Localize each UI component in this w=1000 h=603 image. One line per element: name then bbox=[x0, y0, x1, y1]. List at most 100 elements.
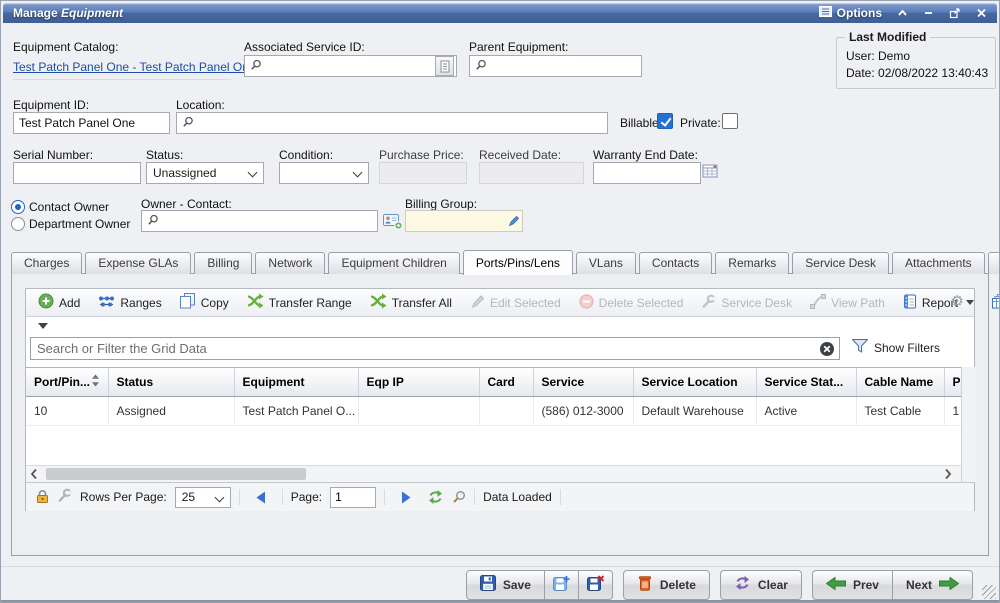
add-button[interactable]: Add bbox=[32, 290, 86, 315]
edit-selected-button[interactable]: Edit Selected bbox=[464, 291, 567, 315]
save-button[interactable]: Save bbox=[466, 570, 545, 600]
perspectives-button[interactable]: Perspectives bbox=[986, 291, 1000, 315]
location-field[interactable] bbox=[176, 112, 608, 134]
prev-button[interactable]: Prev bbox=[812, 570, 893, 600]
tab-user-defined-fields[interactable]: User Defined Fields bbox=[988, 252, 1000, 274]
clear-search-icon[interactable] bbox=[819, 341, 835, 357]
col-header-service-location[interactable]: Service Location bbox=[633, 368, 756, 397]
tab-vlans[interactable]: VLans bbox=[576, 252, 636, 274]
tab-billing[interactable]: Billing bbox=[194, 252, 252, 274]
col-header-service-status[interactable]: Service Stat... bbox=[756, 368, 856, 397]
last-modified-user: User: Demo bbox=[846, 49, 910, 63]
add-contact-icon[interactable] bbox=[383, 213, 403, 233]
location-input[interactable] bbox=[194, 115, 605, 131]
gear-icon[interactable]: ⚙ bbox=[951, 294, 964, 310]
billable-checkbox[interactable] bbox=[657, 113, 673, 129]
search-icon bbox=[475, 59, 487, 74]
popout-button[interactable] bbox=[949, 8, 961, 19]
contact-owner-radio[interactable] bbox=[11, 200, 25, 214]
transfer-range-button[interactable]: Transfer Range bbox=[241, 290, 358, 315]
col-header-port-pin[interactable]: Port/Pin... bbox=[26, 368, 108, 397]
private-checkbox[interactable] bbox=[722, 113, 738, 129]
prev-page-arrow[interactable] bbox=[256, 491, 266, 504]
col-header-card[interactable]: Card bbox=[479, 368, 533, 397]
serial-number-input[interactable] bbox=[13, 162, 141, 184]
equipment-id-input[interactable] bbox=[13, 112, 170, 134]
copy-button[interactable]: Copy bbox=[174, 290, 235, 315]
department-owner-radio[interactable] bbox=[11, 217, 25, 231]
next-button[interactable]: Next bbox=[893, 570, 973, 600]
scrollbar-thumb[interactable] bbox=[46, 468, 306, 480]
lock-icon[interactable] bbox=[36, 489, 49, 506]
condition-select[interactable] bbox=[279, 162, 369, 184]
page-number-input[interactable] bbox=[330, 487, 376, 508]
tab-service-desk[interactable]: Service Desk bbox=[792, 252, 889, 274]
tab-network[interactable]: Network bbox=[255, 252, 325, 274]
equipment-catalog-link[interactable]: Test Patch Panel One - Test Patch Panel … bbox=[13, 60, 231, 80]
parent-equipment-input[interactable] bbox=[487, 58, 639, 74]
minimize-button[interactable] bbox=[923, 8, 934, 18]
calendar-icon[interactable] bbox=[702, 163, 718, 181]
resize-grip[interactable] bbox=[982, 585, 996, 599]
report-button[interactable]: Report bbox=[897, 291, 980, 315]
owner-contact-label: Owner - Contact: bbox=[141, 197, 232, 211]
tab-expense-glas[interactable]: Expense GLAs bbox=[85, 252, 191, 274]
delete-selected-button[interactable]: Delete Selected bbox=[573, 291, 690, 315]
service-id-lookup-button[interactable] bbox=[435, 56, 454, 76]
location-label: Location: bbox=[176, 98, 225, 112]
options-menu-button[interactable]: Options bbox=[819, 6, 882, 20]
warranty-end-date-input[interactable] bbox=[593, 162, 701, 184]
status-select[interactable]: Unassigned bbox=[146, 162, 264, 184]
search-icon[interactable] bbox=[452, 490, 466, 504]
col-header-service[interactable]: Service bbox=[533, 368, 633, 397]
data-grid: Port/Pin... Status Equipment Eqp IP Card… bbox=[26, 367, 961, 466]
grid-search-field[interactable] bbox=[30, 337, 840, 360]
col-header-eqp-ip[interactable]: Eqp IP bbox=[358, 368, 479, 397]
wrench-icon[interactable] bbox=[57, 488, 72, 506]
collapse-button[interactable] bbox=[897, 8, 908, 18]
tab-contacts[interactable]: Contacts bbox=[639, 252, 712, 274]
grid-search-input[interactable] bbox=[35, 340, 819, 357]
close-button[interactable] bbox=[976, 8, 987, 18]
collapse-toolbar-toggle[interactable] bbox=[38, 323, 48, 329]
associated-service-id-field[interactable] bbox=[244, 55, 457, 77]
show-filters-button[interactable]: Show Filters bbox=[852, 339, 940, 356]
scroll-right-arrow[interactable] bbox=[944, 468, 952, 483]
service-desk-button[interactable]: Service Desk bbox=[695, 291, 798, 315]
serial-number-label: Serial Number: bbox=[13, 148, 93, 162]
parent-equipment-label: Parent Equipment: bbox=[469, 40, 568, 54]
refresh-icon[interactable] bbox=[427, 489, 444, 505]
last-modified-group: Last Modified User: Demo Date: 02/08/202… bbox=[836, 37, 996, 89]
window-title: Manage Equipment bbox=[13, 6, 123, 20]
col-header-cable-name[interactable]: Cable Name bbox=[856, 368, 944, 397]
save-and-new-button[interactable] bbox=[545, 570, 579, 600]
next-page-arrow[interactable] bbox=[401, 491, 411, 504]
parent-equipment-field[interactable] bbox=[469, 55, 642, 77]
delete-button[interactable]: Delete bbox=[623, 570, 710, 600]
table-row[interactable]: 10 Assigned Test Patch Panel O... (586) … bbox=[26, 397, 961, 426]
view-path-button[interactable]: View Path bbox=[804, 291, 891, 315]
horizontal-scrollbar[interactable] bbox=[26, 465, 961, 482]
billing-group-input[interactable] bbox=[411, 213, 508, 229]
tab-attachments[interactable]: Attachments bbox=[892, 252, 985, 274]
vertical-scrollbar[interactable] bbox=[961, 367, 976, 482]
associated-service-id-input[interactable] bbox=[262, 58, 433, 74]
tab-charges[interactable]: Charges bbox=[11, 252, 82, 274]
tab-remarks[interactable]: Remarks bbox=[715, 252, 789, 274]
owner-contact-field[interactable] bbox=[141, 210, 378, 232]
clear-button[interactable]: Clear bbox=[720, 570, 802, 600]
save-and-close-button[interactable] bbox=[579, 570, 613, 600]
billing-group-field[interactable] bbox=[405, 210, 523, 232]
rows-per-page-select[interactable]: 25 bbox=[175, 487, 231, 508]
ranges-button[interactable]: Ranges bbox=[92, 292, 167, 314]
owner-contact-input[interactable] bbox=[159, 213, 375, 229]
scroll-left-arrow[interactable] bbox=[30, 468, 38, 483]
rows-per-page-label: Rows Per Page: bbox=[80, 490, 167, 504]
tab-equipment-children[interactable]: Equipment Children bbox=[328, 252, 459, 274]
col-header-equipment[interactable]: Equipment bbox=[234, 368, 358, 397]
col-header-p[interactable]: P bbox=[944, 368, 961, 397]
col-header-status[interactable]: Status bbox=[108, 368, 234, 397]
tab-ports-pins-lens[interactable]: Ports/Pins/Lens bbox=[463, 250, 573, 275]
transfer-all-button[interactable]: Transfer All bbox=[364, 290, 458, 315]
edit-pencil-icon[interactable] bbox=[508, 215, 520, 227]
